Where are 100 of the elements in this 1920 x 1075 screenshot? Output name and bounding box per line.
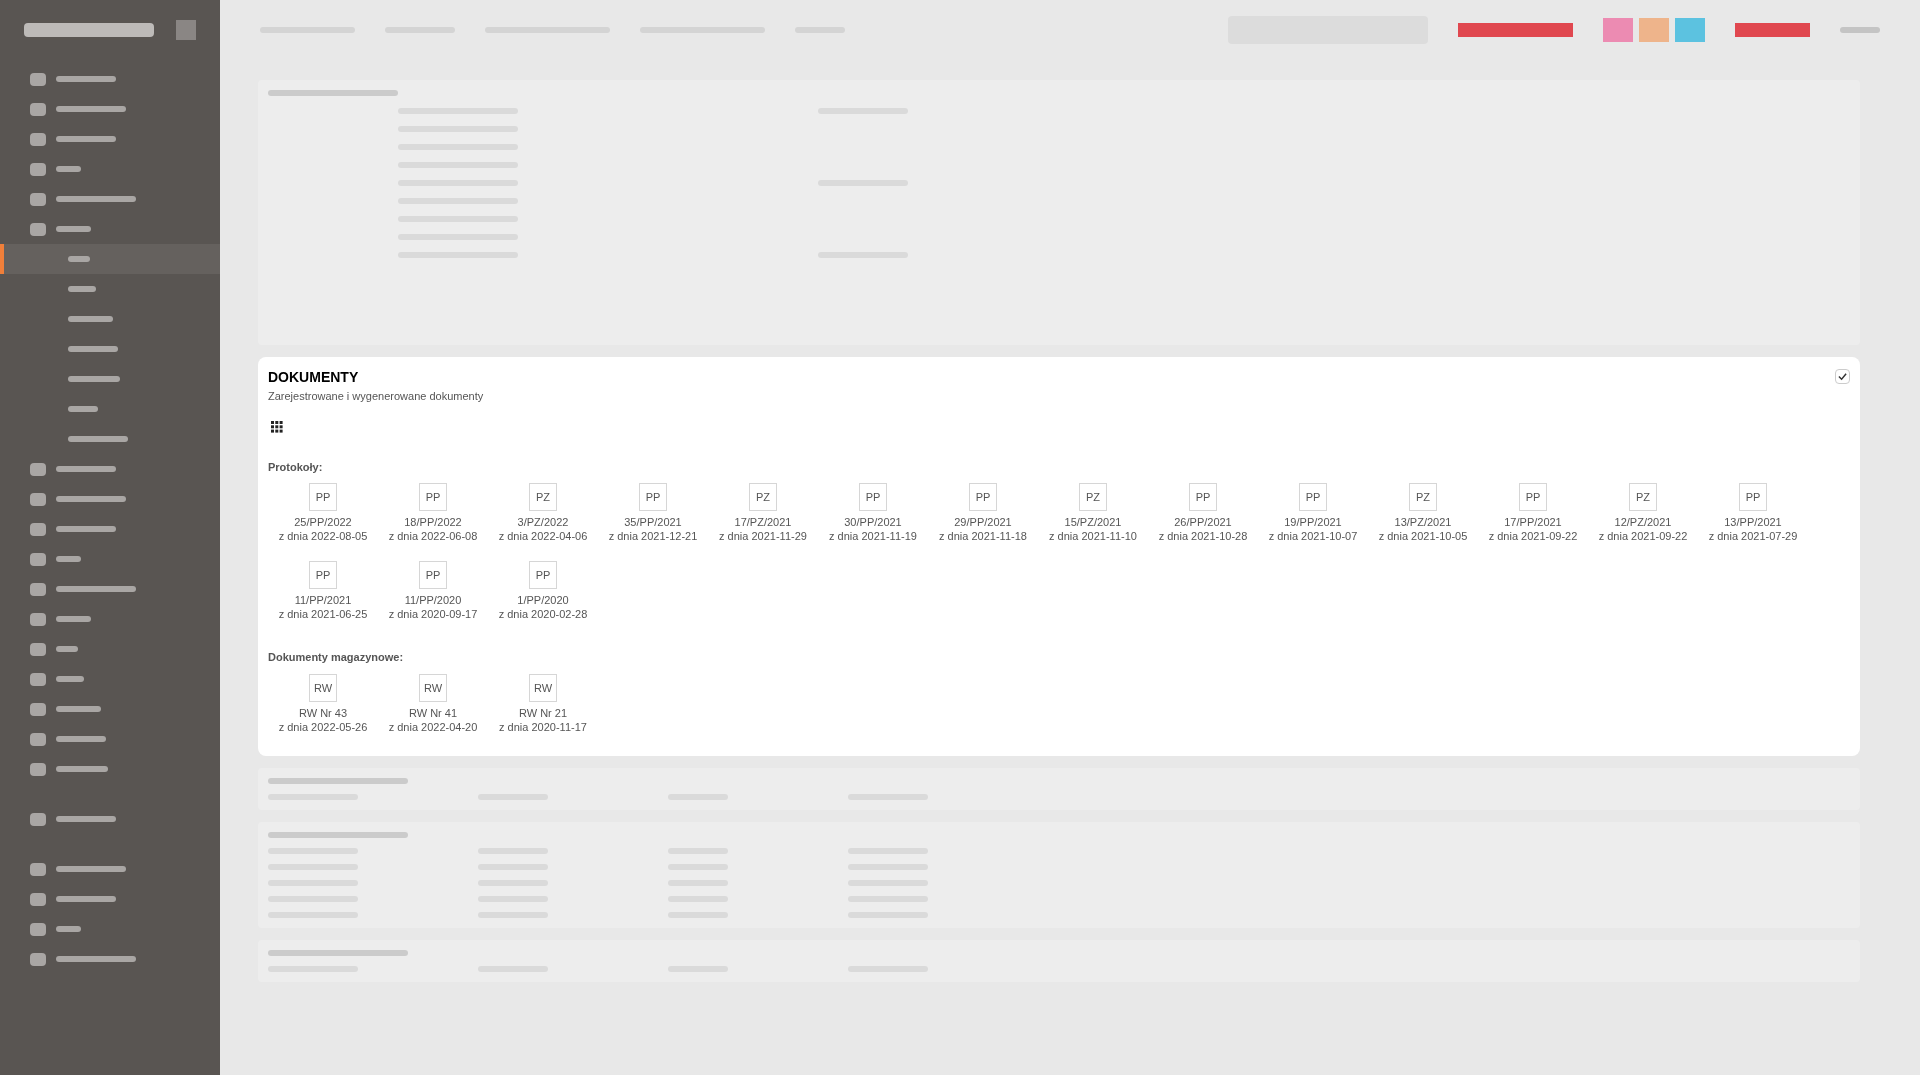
menu-icon — [30, 672, 46, 686]
document-number: 30/PP/2021 — [844, 515, 902, 529]
document-icon: PP — [309, 483, 337, 511]
panel-subtitle: Zarejestrowane i wygenerowane dokumenty — [268, 389, 484, 404]
text-placeholder — [56, 896, 116, 902]
menu-icon — [30, 612, 46, 626]
document-number: 11/PP/2021 — [294, 593, 352, 607]
document-number: 1/PP/2020 — [517, 593, 569, 607]
text-placeholder — [56, 76, 116, 82]
text-placeholder — [68, 376, 120, 382]
document-number: 3/PZ/2022 — [517, 515, 569, 529]
text-placeholder — [1840, 27, 1880, 33]
document-date: z dnia 2021-10-05 — [1378, 529, 1468, 543]
document-icon: PZ — [1079, 483, 1107, 511]
menu-icon[interactable] — [176, 20, 196, 40]
document-icon: PP — [419, 483, 447, 511]
text-placeholder — [56, 676, 84, 682]
text-placeholder — [56, 226, 91, 232]
text-placeholder — [56, 736, 106, 742]
document-item[interactable]: PP 35/PP/2021 z dnia 2021-12-21 — [598, 483, 708, 543]
document-number: 11/PP/2020 — [404, 593, 462, 607]
menu-icon — [30, 732, 46, 746]
document-icon: RW — [309, 673, 337, 702]
document-date: z dnia 2022-05-26 — [278, 719, 368, 734]
document-date: z dnia 2021-11-29 — [719, 529, 807, 543]
menu-icon — [30, 892, 46, 906]
notification-button[interactable] — [1603, 18, 1633, 42]
text-placeholder — [56, 496, 126, 502]
document-number: 29/PP/2021 — [954, 515, 1012, 529]
notification-button[interactable] — [1639, 18, 1669, 42]
check-icon — [1838, 372, 1847, 381]
menu-icon — [30, 642, 46, 656]
document-item[interactable]: PP 17/PP/2021 z dnia 2021-09-22 — [1478, 483, 1588, 543]
document-item[interactable]: PP 29/PP/2021 z dnia 2021-11-18 — [928, 483, 1038, 543]
document-number: 12/PZ/2021 — [1614, 515, 1672, 529]
menu-icon — [30, 192, 46, 206]
document-item[interactable]: PP 13/PP/2021 z dnia 2021-07-29 — [1698, 483, 1808, 543]
document-item[interactable]: RW RW Nr 43 z dnia 2022-05-26 — [268, 673, 378, 734]
document-icon: PZ — [529, 483, 557, 511]
text-placeholder — [56, 816, 116, 822]
document-item[interactable]: PP 19/PP/2021 z dnia 2021-10-07 — [1258, 483, 1368, 543]
document-number: 17/PZ/2021 — [734, 515, 792, 529]
text-placeholder — [56, 526, 116, 532]
menu-icon — [30, 702, 46, 716]
document-icon: RW — [529, 673, 557, 702]
document-icon: PP — [969, 483, 997, 511]
document-number: 17/PP/2021 — [1504, 515, 1562, 529]
document-date: z dnia 2022-04-20 — [388, 719, 478, 734]
document-item[interactable]: PP 11/PP/2021 z dnia 2021-06-25 — [268, 561, 378, 621]
document-icon: PP — [1189, 483, 1217, 511]
document-number: 18/PP/2022 — [404, 515, 462, 529]
document-number: 35/PP/2021 — [624, 515, 682, 529]
menu-icon — [30, 762, 46, 776]
menu-icon — [30, 522, 46, 536]
document-item[interactable]: PP 25/PP/2022 z dnia 2022-08-05 — [268, 483, 378, 543]
document-icon: PP — [639, 483, 667, 511]
document-item[interactable]: PZ 12/PZ/2021 z dnia 2021-09-22 — [1588, 483, 1698, 543]
document-icon: RW — [419, 673, 447, 702]
text-placeholder — [68, 406, 98, 412]
document-date: z dnia 2021-06-25 — [278, 607, 368, 621]
document-number: 19/PP/2021 — [1284, 515, 1342, 529]
text-placeholder — [56, 616, 91, 622]
text-placeholder — [56, 136, 116, 142]
document-icon: PP — [1299, 483, 1327, 511]
menu-icon — [30, 552, 46, 566]
document-number: RW Nr 43 — [298, 705, 348, 720]
document-icon: PZ — [1629, 483, 1657, 511]
document-item[interactable]: PP 11/PP/2020 z dnia 2020-09-17 — [378, 561, 488, 621]
text-placeholder — [56, 466, 116, 472]
document-number: 15/PZ/2021 — [1064, 515, 1122, 529]
text-placeholder — [68, 436, 128, 442]
document-icon: PP — [1739, 483, 1767, 511]
document-item[interactable]: PZ 17/PZ/2021 z dnia 2021-11-29 — [708, 483, 818, 543]
document-date: z dnia 2021-11-18 — [939, 529, 1027, 543]
document-item[interactable]: PP 1/PP/2020 z dnia 2020-02-28 — [488, 561, 598, 621]
document-number: 13/PP/2021 — [1724, 515, 1782, 529]
document-item[interactable]: RW RW Nr 21 z dnia 2020-11-17 — [488, 673, 598, 734]
document-date: z dnia 2021-11-19 — [829, 529, 917, 543]
checkbox[interactable] — [1835, 369, 1850, 384]
text-placeholder — [56, 866, 126, 872]
document-date: z dnia 2021-09-22 — [1598, 529, 1688, 543]
menu-icon — [30, 162, 46, 176]
text-placeholder — [56, 166, 81, 172]
document-item[interactable]: PZ 15/PZ/2021 z dnia 2021-11-10 — [1038, 483, 1148, 543]
text-placeholder — [68, 316, 113, 322]
document-number: 26/PP/2021 — [1174, 515, 1232, 529]
notification-button[interactable] — [1675, 18, 1705, 42]
text-placeholder — [68, 346, 118, 352]
document-item[interactable]: PP 18/PP/2022 z dnia 2022-06-08 — [378, 483, 488, 543]
text-placeholder — [56, 706, 101, 712]
document-item[interactable]: RW RW Nr 41 z dnia 2022-04-20 — [378, 673, 488, 734]
document-number: 25/PP/2022 — [294, 515, 352, 529]
document-item[interactable]: PP 30/PP/2021 z dnia 2021-11-19 — [818, 483, 928, 543]
grid-icon[interactable] — [271, 420, 283, 433]
menu-icon — [30, 72, 46, 86]
menu-icon — [30, 222, 46, 236]
document-item[interactable]: PP 26/PP/2021 z dnia 2021-10-28 — [1148, 483, 1258, 543]
document-date: z dnia 2022-08-05 — [278, 529, 368, 543]
document-item[interactable]: PZ 13/PZ/2021 z dnia 2021-10-05 — [1368, 483, 1478, 543]
document-item[interactable]: PZ 3/PZ/2022 z dnia 2022-04-06 — [488, 483, 598, 543]
